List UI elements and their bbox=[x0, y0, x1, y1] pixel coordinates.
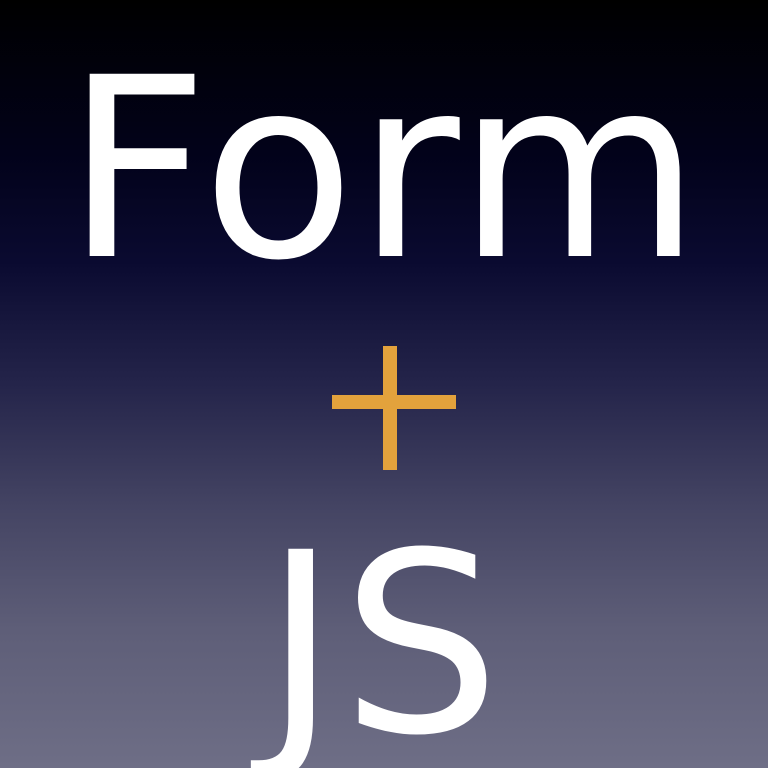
plus-symbol bbox=[0, 300, 768, 520]
title-slide: Form JS bbox=[0, 0, 768, 768]
plus-icon bbox=[332, 346, 456, 470]
title-word-js: JS bbox=[263, 499, 505, 768]
title-word-form: Form bbox=[65, 24, 703, 315]
